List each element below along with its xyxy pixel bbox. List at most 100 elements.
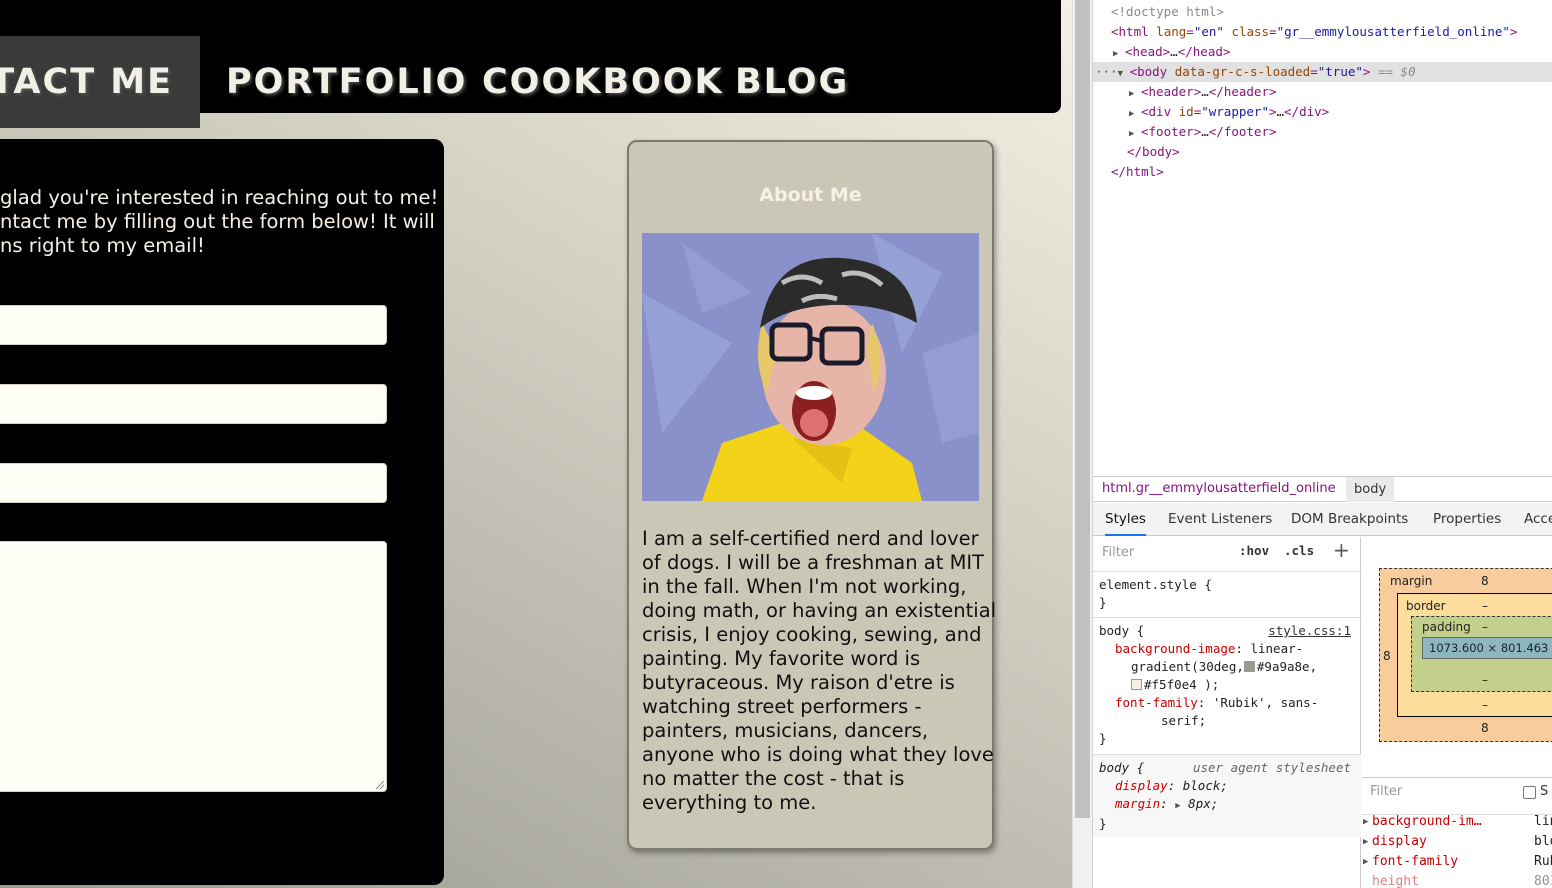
site-nav-bar: NTACT ME PORTFOLIO COOKBOOK BLOG xyxy=(0,0,1061,128)
dom-header-node[interactable]: ▶ <header>…</header> xyxy=(1129,82,1277,102)
box-model-content-size[interactable]: 1073.600 × 801.463 xyxy=(1422,637,1552,659)
stylesheet-source-link[interactable]: style.css:1 xyxy=(1268,622,1351,640)
name-field[interactable] xyxy=(0,305,387,345)
collapsed-ellipsis: … xyxy=(1201,124,1209,139)
computed-prop: height xyxy=(1372,874,1419,888)
head-tag-name: head xyxy=(1132,44,1163,59)
tab-properties[interactable]: Properties xyxy=(1433,503,1501,536)
class-toggle[interactable]: .cls xyxy=(1284,543,1314,558)
hover-state-toggle[interactable]: :hov xyxy=(1239,543,1269,558)
dom-footer-node[interactable]: ▶ <footer>…</footer> xyxy=(1129,122,1277,142)
css-prop-background-image[interactable]: background-image xyxy=(1115,641,1235,656)
head-close-tag: head xyxy=(1192,44,1223,59)
html-attr-class: class xyxy=(1231,24,1270,39)
expand-triangle-icon[interactable]: ▶ xyxy=(1129,124,1141,144)
computed-row[interactable]: ▶ display blo xyxy=(1362,832,1552,852)
profile-portrait-image xyxy=(642,233,979,501)
expand-triangle-icon[interactable]: ▶ xyxy=(1363,832,1368,852)
breadcrumb-html[interactable]: html.gr__emmylousatterfield_online xyxy=(1102,481,1336,496)
html-attr-lang-value: "en" xyxy=(1193,24,1224,39)
styles-filter-input[interactable]: Filter xyxy=(1096,541,1226,565)
dom-head-node[interactable]: ▶ <head>…</head> xyxy=(1113,42,1230,62)
body-stylesheet-rule[interactable]: body { style.css:1 background-image: lin… xyxy=(1093,617,1361,752)
computed-styles-pane: Filter S ▶ background-im… lin ▶ display … xyxy=(1362,777,1552,888)
collapsed-ellipsis: … xyxy=(1201,84,1209,99)
border-top-value[interactable]: – xyxy=(1482,599,1488,613)
more-actions-icon[interactable]: ··· xyxy=(1093,64,1118,79)
nav-blog[interactable]: BLOG xyxy=(709,36,875,128)
element-style-rule[interactable]: element.style { } xyxy=(1093,571,1361,616)
show-all-checkbox[interactable] xyxy=(1523,786,1536,799)
box-model-padding[interactable]: padding – – 1073.600 × 801.463 xyxy=(1411,616,1552,692)
about-line: everything to me. xyxy=(642,791,817,814)
margin-bottom-value[interactable]: 8 xyxy=(1481,721,1489,735)
box-model-margin[interactable]: margin 8 8 8 border – – padding – – 1073… xyxy=(1379,568,1552,742)
margin-top-value[interactable]: 8 xyxy=(1481,574,1489,588)
border-label: border xyxy=(1406,599,1446,613)
nav-cookbook[interactable]: COOKBOOK xyxy=(456,36,750,128)
css-prop-display: display xyxy=(1115,778,1168,793)
rule-selector: body { xyxy=(1099,760,1145,775)
dom-html-close[interactable]: </html> xyxy=(1111,162,1164,182)
page-scrollbar[interactable] xyxy=(1072,0,1092,888)
computed-row[interactable]: height 801 xyxy=(1362,872,1552,888)
resize-grip-icon[interactable] xyxy=(376,781,384,789)
computed-value: lin xyxy=(1534,814,1552,829)
selected-node-marker: == $0 xyxy=(1377,64,1416,79)
tab-event-listeners[interactable]: Event Listeners xyxy=(1168,503,1272,536)
box-model-border[interactable]: border – – padding – – 1073.600 × 801.46… xyxy=(1397,593,1552,717)
nav-portfolio[interactable]: PORTFOLIO xyxy=(200,36,493,128)
computed-value: blo xyxy=(1534,834,1552,849)
tab-styles[interactable]: Styles xyxy=(1105,503,1146,536)
div-tag-name: div xyxy=(1148,104,1172,119)
color-swatch-icon[interactable] xyxy=(1243,661,1255,672)
subject-field[interactable] xyxy=(0,463,387,503)
computed-prop: background-im… xyxy=(1372,814,1482,829)
tab-accessibility[interactable]: Acce xyxy=(1524,503,1552,536)
about-me-title: About Me xyxy=(759,184,862,206)
computed-row[interactable]: ▶ background-im… lin xyxy=(1362,812,1552,832)
css-val-part[interactable]: 'Rubik', sans- xyxy=(1213,695,1318,710)
tab-dom-breakpoints[interactable]: DOM Breakpoints xyxy=(1291,503,1408,536)
expand-triangle-icon[interactable]: ▶ xyxy=(1363,852,1368,872)
body-tag-name: body xyxy=(1137,64,1168,79)
expand-triangle-icon[interactable]: ▶ xyxy=(1129,84,1141,104)
computed-row[interactable]: ▶ font-family Rub xyxy=(1362,852,1552,872)
dom-breadcrumb: html.gr__emmylousatterfield_online body xyxy=(1093,476,1552,502)
margin-left-value[interactable]: 8 xyxy=(1383,649,1391,663)
css-val-part[interactable]: linear- xyxy=(1250,641,1303,656)
color-swatch-icon[interactable] xyxy=(1131,679,1142,690)
header-close-tag: header xyxy=(1223,84,1269,99)
collapse-triangle-icon[interactable]: ▼ xyxy=(1118,64,1130,84)
email-field[interactable] xyxy=(0,384,387,424)
user-agent-rule[interactable]: body { user agent stylesheet display: bl… xyxy=(1093,754,1361,837)
expand-triangle-icon[interactable]: ▶ xyxy=(1129,104,1141,124)
border-bottom-value[interactable]: – xyxy=(1482,698,1488,712)
expand-triangle-icon[interactable]: ▶ xyxy=(1113,44,1125,64)
css-val-margin: 8px; xyxy=(1188,796,1219,811)
expand-triangle-icon[interactable]: ▶ xyxy=(1175,801,1180,811)
computed-value: 801 xyxy=(1534,874,1552,888)
dom-doctype[interactable]: <!doctype html> xyxy=(1111,2,1224,22)
new-rule-plus-icon[interactable]: + xyxy=(1333,538,1350,562)
dom-body-close[interactable]: </body> xyxy=(1127,142,1180,162)
show-all-label: S xyxy=(1540,784,1549,799)
breadcrumb-body[interactable]: body xyxy=(1346,477,1395,502)
dom-body-node[interactable]: ···▼ <body data-gr-c-s-loaded="true"> == … xyxy=(1093,62,1552,82)
message-textarea[interactable] xyxy=(0,541,387,792)
box-model-diagram: margin 8 8 8 border – – padding – – 1073… xyxy=(1362,537,1552,777)
contact-intro-line: ns right to my email! xyxy=(0,234,205,257)
dom-wrapper-node[interactable]: ▶ <div id="wrapper">…</div> xyxy=(1129,102,1329,122)
padding-bottom-value[interactable]: – xyxy=(1482,673,1488,687)
footer-tag-name: footer xyxy=(1148,124,1194,139)
css-prop-font-family[interactable]: font-family xyxy=(1115,695,1198,710)
computed-filter-input[interactable]: Filter xyxy=(1370,784,1402,799)
div-close-tag: div xyxy=(1299,104,1322,119)
expand-triangle-icon[interactable]: ▶ xyxy=(1363,812,1368,832)
about-line: butyraceous. My raison d'etre is xyxy=(642,671,955,694)
dom-html-node[interactable]: <html lang="en" class="gr__emmylousatter… xyxy=(1111,22,1517,42)
page-scrollbar-thumb[interactable] xyxy=(1075,0,1090,818)
padding-top-value[interactable]: – xyxy=(1482,620,1488,634)
nav-contact-me[interactable]: NTACT ME xyxy=(0,36,200,128)
contact-intro-line: glad you're interested in reaching out t… xyxy=(0,186,439,209)
